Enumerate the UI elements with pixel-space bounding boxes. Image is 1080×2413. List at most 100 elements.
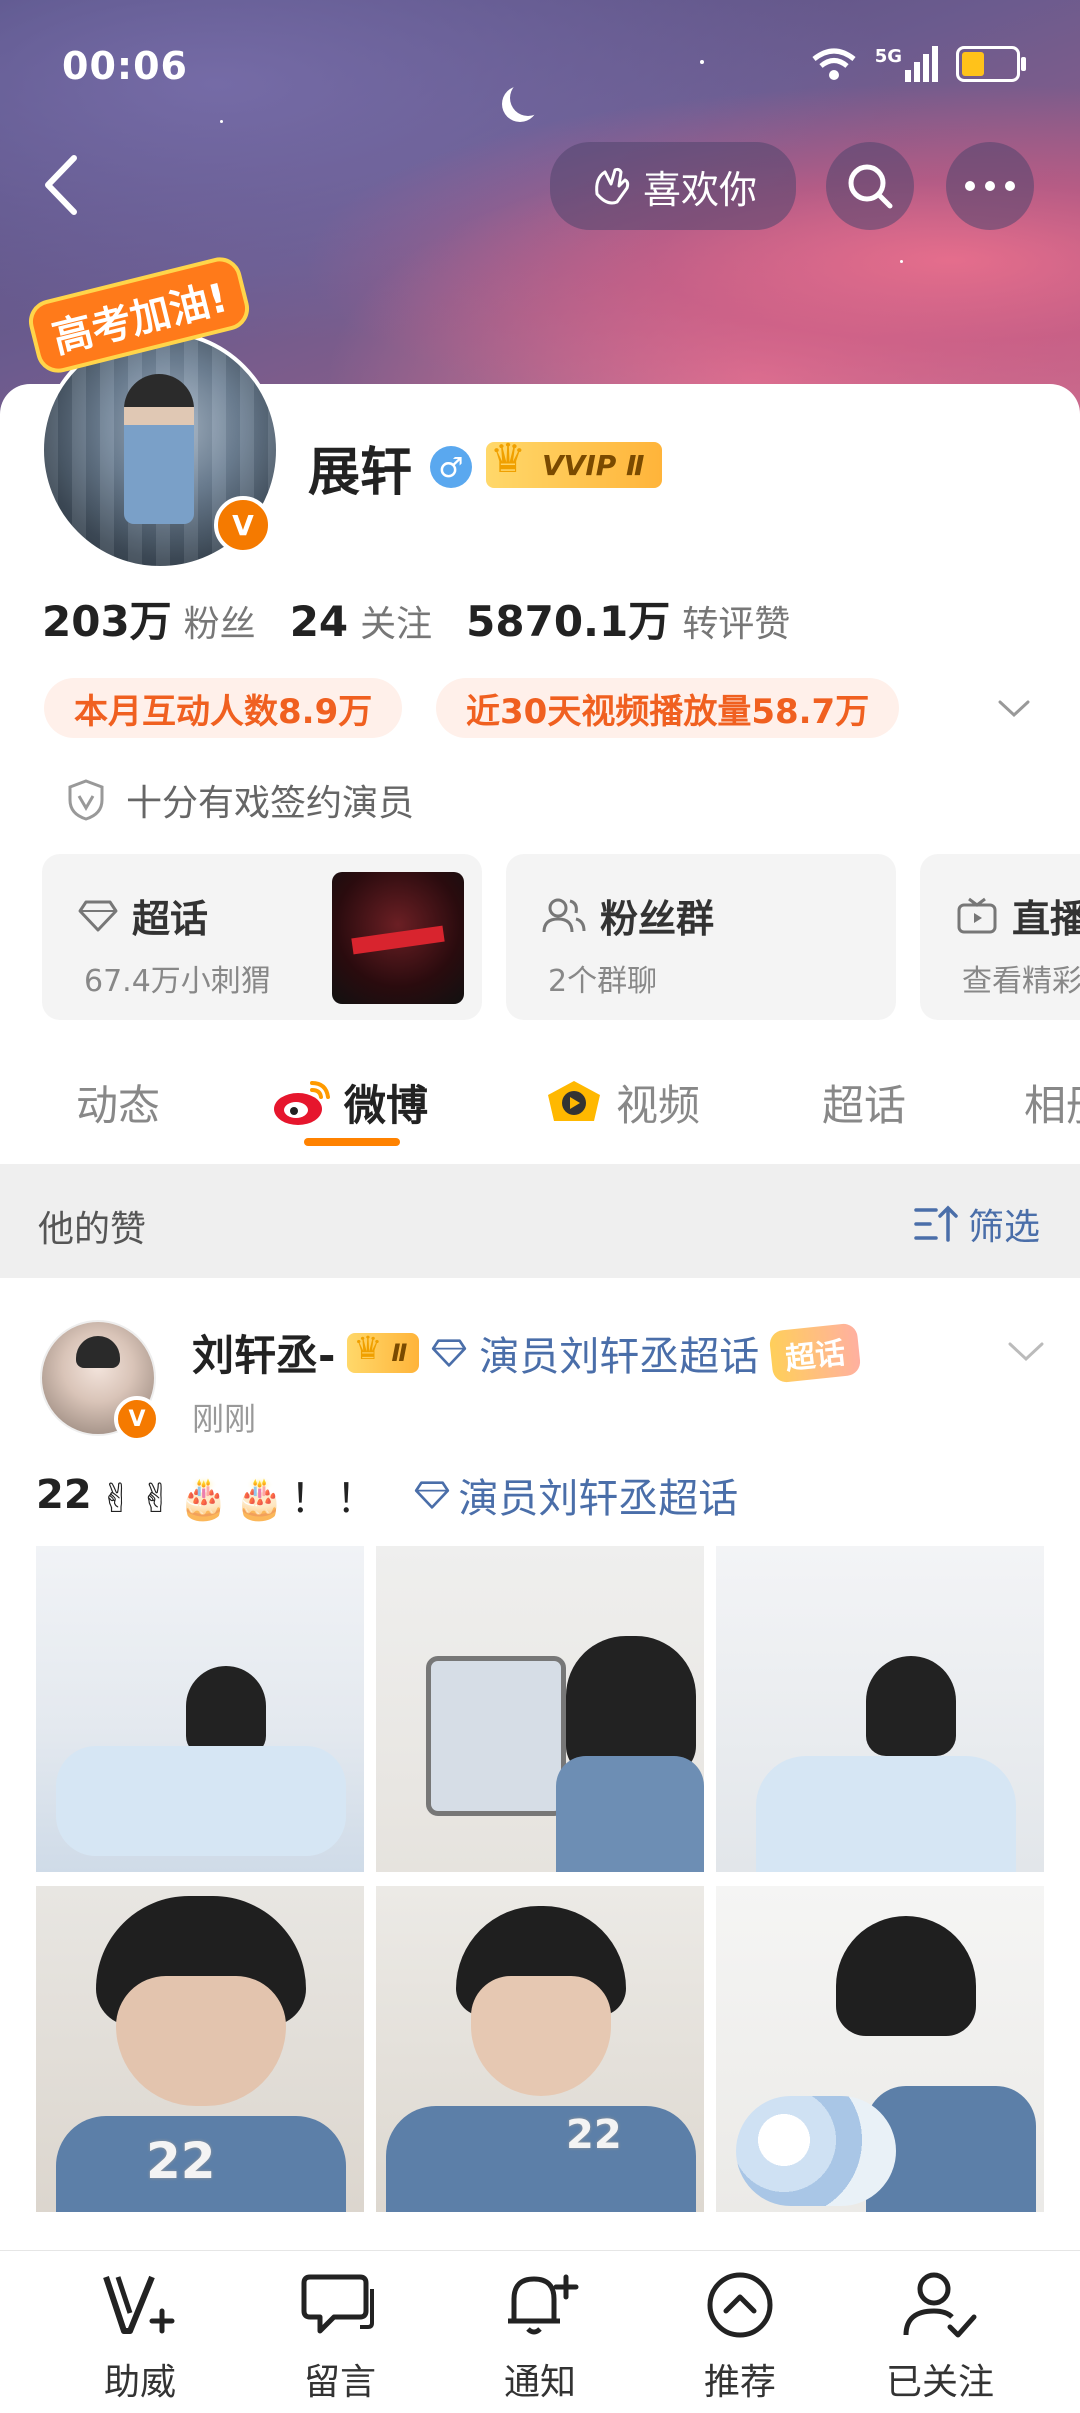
likes-section-bar: 他的赞 筛选 [0, 1164, 1080, 1278]
shield-icon [68, 779, 104, 821]
post-author-row: 刘轩丞- ♛ Ⅱ 演员刘轩丞超话 超话 [192, 1322, 862, 1383]
stat-label: 关注 [360, 604, 433, 645]
post-photo[interactable] [36, 1546, 364, 1872]
supertopic-cover-image [332, 872, 464, 1004]
photo-number-candle: 22 [146, 2132, 216, 2190]
filter-button[interactable]: 筛选 [914, 1198, 1040, 1250]
post-photo[interactable]: 22 [36, 1886, 364, 2212]
verification-text: 十分有戏签约演员 [126, 783, 415, 824]
fan-group-tile[interactable]: 粉丝群 2个群聊 [506, 854, 896, 1020]
verification-row: 十分有戏签约演员 [66, 774, 414, 826]
tab-album[interactable]: 相册 [1024, 1072, 1080, 1133]
post-photo[interactable] [716, 1546, 1044, 1872]
nav-label: 推荐 [703, 2362, 776, 2403]
nav-label: 已关注 [885, 2362, 994, 2403]
nav-label: 助威 [103, 2362, 176, 2403]
crown-icon: ♛ [490, 436, 526, 482]
like-you-label: 喜欢你 [642, 167, 757, 212]
stat-value: 203万 [42, 597, 172, 646]
tab-video[interactable]: 视频 [544, 1072, 700, 1133]
moon-icon [510, 80, 546, 116]
photo-shirt [56, 1746, 346, 1856]
photo-shirt [756, 1756, 1016, 1872]
tab-weibo[interactable]: 微博 [272, 1072, 428, 1133]
stat-value: 24 [289, 597, 349, 646]
photo-figure [566, 1636, 696, 1776]
wifi-icon [812, 48, 856, 80]
filter-icon [914, 1205, 958, 1242]
like-you-button[interactable]: 喜欢你 [550, 142, 796, 230]
more-button[interactable] [946, 142, 1034, 230]
supertopic-tag: 超话 [768, 1322, 862, 1383]
profile-name: 展轩 [308, 443, 413, 503]
verified-badge: V [114, 1396, 160, 1442]
author-vip-level: Ⅱ [391, 1338, 408, 1367]
tile-subtitle: 67.4万小刺猬 [84, 964, 271, 999]
post-topic-link[interactable]: 演员刘轩丞超话 [458, 1466, 738, 1524]
tv-icon [957, 897, 997, 933]
photo-flowers [736, 2096, 896, 2206]
tab-supertopic[interactable]: 超话 [822, 1072, 906, 1133]
stat-reposts-likes[interactable]: 5870.1万 转评赞 [466, 588, 790, 649]
live-tile[interactable]: 直播 查看精彩 [920, 854, 1080, 1020]
verified-badge: V [214, 496, 272, 554]
nav-label: 通知 [503, 2362, 576, 2403]
post-topic-link[interactable]: 演员刘轩丞超话 [479, 1324, 759, 1382]
stat-label: 转评赞 [682, 604, 791, 645]
diamond-icon [432, 1338, 467, 1367]
more-dots-icon [965, 181, 1015, 191]
post-text: 22 ✌✌🎂🎂！！ 演员刘轩丞超话 [36, 1466, 738, 1524]
network-type: 5G [874, 46, 902, 67]
chevron-down-icon[interactable] [1006, 1338, 1046, 1364]
cheer-button[interactable]: 助威 [70, 2269, 210, 2405]
photo-face [116, 1976, 286, 2106]
tile-title: 粉丝群 [600, 897, 715, 941]
followed-button[interactable]: 已关注 [870, 2269, 1010, 2405]
fan-group-tile-header: 粉丝群 [542, 888, 714, 943]
photo-mirror [426, 1656, 566, 1816]
weibo-logo-icon [274, 1080, 330, 1125]
live-tile-header: 直播 [956, 888, 1080, 943]
gender-male-icon: ♂ [430, 446, 472, 488]
group-icon [542, 898, 586, 932]
filter-label: 筛选 [968, 1207, 1041, 1248]
post-photo[interactable]: 22 [376, 1886, 704, 2212]
tile-title: 直播 [1012, 897, 1080, 941]
chevron-down-icon[interactable] [996, 696, 1032, 720]
supertopic-tile[interactable]: 超话 67.4万小刺猬 [42, 854, 482, 1020]
nav-label: 留言 [303, 2362, 376, 2403]
search-button[interactable] [826, 142, 914, 230]
notify-button[interactable]: 通知 [470, 2269, 610, 2405]
post-photo[interactable] [376, 1546, 704, 1872]
stat-followers[interactable]: 203万 粉丝 [42, 588, 256, 649]
profile-stats: 203万 粉丝 24 关注 5870.1万 转评赞 [42, 588, 790, 649]
author-vip-badge: ♛ Ⅱ [347, 1329, 420, 1373]
user-check-icon [903, 2272, 977, 2338]
post-text-prefix: 22 [36, 1472, 92, 1518]
photo-jacket [556, 1756, 704, 1872]
tile-title: 超话 [132, 897, 209, 941]
post-photo[interactable] [716, 1886, 1044, 2212]
recommend-button[interactable]: 推荐 [670, 2269, 810, 2405]
star-icon [220, 120, 223, 123]
photo-face [471, 1976, 611, 2096]
tab-label: 视频 [616, 1081, 701, 1130]
stat-following[interactable]: 24 关注 [290, 595, 432, 647]
avatar-person [124, 374, 194, 524]
video-views-chip[interactable]: 近30天视频播放量58.7万 [436, 678, 900, 738]
post-author-name[interactable]: 刘轩丞- [192, 1322, 335, 1383]
back-arrow-icon[interactable] [36, 150, 86, 220]
tab-dynamic[interactable]: 动态 [76, 1072, 160, 1133]
post-time: 刚刚 [192, 1400, 257, 1438]
chevron-up-circle-icon [707, 2272, 773, 2338]
photo-hair [836, 1916, 976, 2036]
battery-icon [956, 46, 1026, 82]
message-button[interactable]: 留言 [270, 2269, 410, 2405]
photo-figure [186, 1666, 266, 1756]
post-text-emoji: ✌✌🎂🎂！！ [99, 1476, 383, 1522]
star-icon [700, 60, 704, 64]
search-icon [848, 164, 893, 209]
stat-value: 5870.1万 [466, 597, 671, 646]
monthly-interaction-chip[interactable]: 本月互动人数8.9万 [44, 678, 403, 738]
photo-jacket [386, 2106, 696, 2212]
